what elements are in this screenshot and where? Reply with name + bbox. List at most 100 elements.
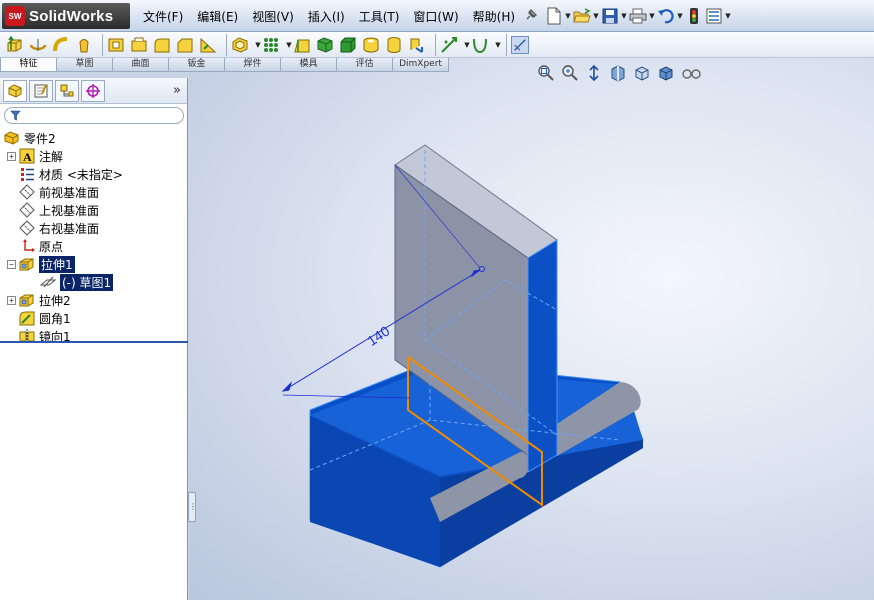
- tree-node-extrude2[interactable]: + 拉伸2: [0, 291, 187, 309]
- sketch-toggle-icon[interactable]: [511, 35, 529, 54]
- dimxpert-manager-tab-icon[interactable]: [81, 79, 105, 102]
- print-dropdown-icon[interactable]: ▼: [648, 5, 656, 27]
- feature-manager-panel: » 零件2 + A 注解 材质 <未指定> 前视基准面 上视基准面 右视基准面: [0, 78, 188, 600]
- tab-weldments[interactable]: 焊件: [224, 58, 281, 72]
- extruded-boss-icon[interactable]: [6, 35, 24, 54]
- graphics-area[interactable]: 140: [189, 58, 874, 600]
- shell-dropdown-icon[interactable]: ▼: [254, 34, 262, 56]
- new-dropdown-icon[interactable]: ▼: [564, 5, 572, 27]
- print-icon[interactable]: [628, 5, 648, 27]
- tree-node-annotations[interactable]: + A 注解: [0, 147, 187, 165]
- configuration-manager-tab-icon[interactable]: [55, 79, 79, 102]
- sketch-icon: [40, 276, 56, 288]
- panel-expand-icon[interactable]: »: [173, 83, 181, 98]
- menu-view[interactable]: 视图(V): [245, 6, 301, 26]
- feature-tree: 零件2 + A 注解 材质 <未指定> 前视基准面 上视基准面 右视基准面 原点: [0, 126, 187, 345]
- tree-label-selected: (-) 草图1: [60, 273, 114, 291]
- tree-label: 右视基准面: [39, 221, 100, 236]
- menu-insert[interactable]: 插入(I): [301, 6, 352, 26]
- menu-file[interactable]: 文件(F): [136, 6, 190, 26]
- wrap-icon[interactable]: [316, 36, 334, 54]
- features-toolbar: ▼ ▼ ▼ ▼: [0, 32, 874, 58]
- curves-icon[interactable]: [471, 36, 489, 54]
- toolbar-separator: [226, 33, 227, 56]
- tree-label: 上视基准面: [39, 203, 100, 218]
- expand-toggle[interactable]: +: [7, 151, 16, 161]
- reference-dropdown-icon[interactable]: ▼: [463, 34, 471, 56]
- new-document-icon[interactable]: [544, 5, 564, 27]
- tab-dimxpert[interactable]: DimXpert: [392, 58, 449, 72]
- tree-node-sketch1[interactable]: (-) 草图1: [0, 273, 187, 291]
- tree-node-extrude1[interactable]: − 拉伸1: [0, 255, 187, 273]
- part-model-3d[interactable]: 140: [189, 58, 874, 600]
- tree-node-right-plane[interactable]: 右视基准面: [0, 219, 187, 237]
- tree-node-fillet1[interactable]: 圆角1: [0, 309, 187, 327]
- menu-help[interactable]: 帮助(H): [466, 6, 522, 26]
- toolbar-separator: [506, 33, 507, 56]
- solidworks-logo[interactable]: SW SolidWorks: [2, 3, 130, 29]
- shell-icon[interactable]: [231, 36, 249, 54]
- options-dropdown-icon[interactable]: ▼: [724, 5, 732, 27]
- toolbar-separator: [102, 33, 103, 56]
- main-menu: 文件(F) 编辑(E) 视图(V) 插入(I) 工具(T) 窗口(W) 帮助(H…: [136, 6, 522, 26]
- tree-label: 拉伸2: [39, 293, 71, 308]
- rib-icon[interactable]: [199, 36, 217, 54]
- fillet-feature-icon[interactable]: [153, 36, 171, 54]
- cylinder-icon[interactable]: [385, 36, 403, 54]
- feature-filter-input[interactable]: [4, 107, 184, 124]
- rebuild-icon[interactable]: [684, 5, 704, 27]
- property-manager-tab-icon[interactable]: [29, 79, 53, 102]
- tree-label: 注解: [39, 149, 64, 164]
- dome-icon[interactable]: [339, 36, 357, 54]
- tab-surfaces[interactable]: 曲面: [112, 58, 169, 72]
- undo-dropdown-icon[interactable]: ▼: [676, 5, 684, 27]
- plane-icon: [19, 184, 35, 200]
- feature-manager-tab-icon[interactable]: [3, 79, 27, 102]
- tree-node-top-plane[interactable]: 上视基准面: [0, 201, 187, 219]
- chamfer-feature-icon[interactable]: [176, 36, 194, 54]
- draft-icon[interactable]: [293, 36, 311, 54]
- hole-wizard-icon[interactable]: [362, 36, 380, 54]
- open-folder-icon[interactable]: [572, 5, 592, 27]
- extrude-icon: [19, 294, 34, 307]
- plane-icon: [19, 220, 35, 236]
- tree-node-origin[interactable]: 原点: [0, 237, 187, 255]
- swept-boss-icon[interactable]: [52, 36, 70, 54]
- tab-sheet-metal[interactable]: 钣金: [168, 58, 225, 72]
- menu-window[interactable]: 窗口(W): [406, 6, 465, 26]
- tree-node-material[interactable]: 材质 <未指定>: [0, 165, 187, 183]
- plane-icon: [19, 202, 35, 218]
- save-dropdown-icon[interactable]: ▼: [620, 5, 628, 27]
- linear-pattern-icon[interactable]: [262, 36, 280, 54]
- undo-icon[interactable]: [656, 5, 676, 27]
- menu-edit[interactable]: 编辑(E): [190, 6, 245, 26]
- lofted-boss-icon[interactable]: [75, 36, 93, 54]
- pin-icon[interactable]: [524, 8, 538, 22]
- reference-geometry-icon[interactable]: [440, 36, 458, 54]
- tree-node-front-plane[interactable]: 前视基准面: [0, 183, 187, 201]
- tab-sketch[interactable]: 草图: [56, 58, 113, 72]
- annotation-icon: A: [19, 148, 35, 164]
- menu-tools[interactable]: 工具(T): [352, 6, 407, 26]
- open-dropdown-icon[interactable]: ▼: [592, 5, 600, 27]
- expand-toggle[interactable]: +: [7, 295, 16, 305]
- tab-features[interactable]: 特征: [0, 58, 57, 72]
- pattern-dropdown-icon[interactable]: ▼: [285, 34, 293, 56]
- panel-splitter-handle[interactable]: ⋮: [188, 492, 197, 522]
- origin-icon: [23, 239, 35, 252]
- collapse-toggle[interactable]: −: [7, 259, 16, 269]
- tab-evaluate[interactable]: 评估: [336, 58, 393, 72]
- svg-text:A: A: [23, 150, 32, 164]
- curves-dropdown-icon[interactable]: ▼: [494, 34, 502, 56]
- app-title: SolidWorks: [29, 7, 114, 25]
- tree-root-part[interactable]: 零件2: [0, 129, 187, 147]
- tab-mold-tools[interactable]: 模具: [280, 58, 337, 72]
- revolved-cut-icon[interactable]: [130, 36, 148, 54]
- rollback-bar[interactable]: [0, 341, 188, 343]
- instant3d-icon[interactable]: [408, 36, 426, 54]
- tree-label: 原点: [39, 239, 64, 254]
- options-icon[interactable]: [704, 5, 724, 27]
- revolved-boss-icon[interactable]: [29, 36, 47, 54]
- extruded-cut-icon[interactable]: [107, 36, 125, 54]
- save-icon[interactable]: [600, 5, 620, 27]
